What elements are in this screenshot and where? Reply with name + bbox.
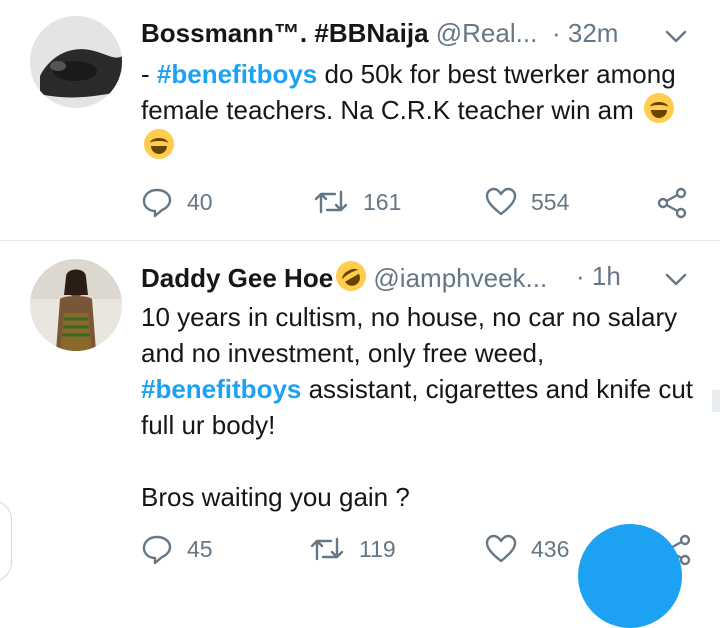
retweet-icon	[310, 537, 344, 561]
tweet-text: 10 years in cultism, no house, no car no…	[141, 302, 694, 512]
avatar[interactable]	[30, 259, 122, 351]
like-count: 554	[531, 188, 570, 215]
chevron-down-icon[interactable]	[664, 24, 688, 48]
reply-count: 40	[187, 188, 213, 215]
like-button[interactable]: 554	[485, 186, 569, 218]
rofl-emoji-icon	[330, 255, 372, 297]
compose-tweet-button[interactable]	[578, 524, 682, 628]
edge-panel-handle[interactable]	[0, 500, 12, 582]
share-icon[interactable]	[656, 187, 688, 219]
reply-count: 45	[187, 535, 213, 562]
retweet-icon	[314, 190, 348, 214]
chevron-down-icon[interactable]	[664, 267, 688, 291]
tweet-text: - #benefitboys do 50k for best twerker a…	[141, 56, 701, 164]
retweet-button[interactable]: 119	[309, 533, 396, 565]
reply-button[interactable]: 45	[141, 533, 213, 565]
timestamp[interactable]: · 32m	[552, 18, 618, 49]
heart-icon	[485, 187, 517, 216]
scroll-indicator[interactable]	[712, 390, 720, 412]
timestamp[interactable]: · 1h	[576, 261, 621, 292]
hashtag-link[interactable]: #benefitboys	[157, 59, 317, 89]
tweet-header: Daddy Gee Hoe @iamphveek...	[141, 255, 547, 297]
reply-button[interactable]: 40	[141, 186, 213, 218]
user-handle[interactable]: @iamphveek...	[373, 263, 547, 293]
user-handle[interactable]: @Real...	[436, 18, 538, 48]
avatar[interactable]	[30, 16, 122, 108]
retweet-count: 161	[363, 188, 402, 215]
joy-emoji-icon	[644, 93, 674, 123]
tweet-1[interactable]: Bossmann™. #BBNaija @Real... · 32m - #be…	[0, 0, 720, 240]
display-name[interactable]: Bossmann™. #BBNaija	[141, 18, 429, 48]
tweet-2[interactable]: Daddy Gee Hoe @iamphveek... · 1h 10 year…	[0, 241, 720, 566]
like-count: 436	[531, 535, 570, 562]
hashtag-link[interactable]: #benefitboys	[141, 374, 301, 404]
display-name[interactable]: Daddy Gee Hoe	[141, 263, 333, 293]
tweet-header: Bossmann™. #BBNaija @Real...	[141, 18, 537, 49]
like-button[interactable]: 436	[485, 533, 569, 565]
joy-emoji-icon	[144, 129, 174, 159]
retweet-count: 119	[359, 535, 396, 562]
heart-icon	[485, 534, 517, 563]
reply-icon	[142, 188, 172, 218]
retweet-button[interactable]: 161	[313, 186, 401, 218]
reply-icon	[142, 535, 172, 565]
